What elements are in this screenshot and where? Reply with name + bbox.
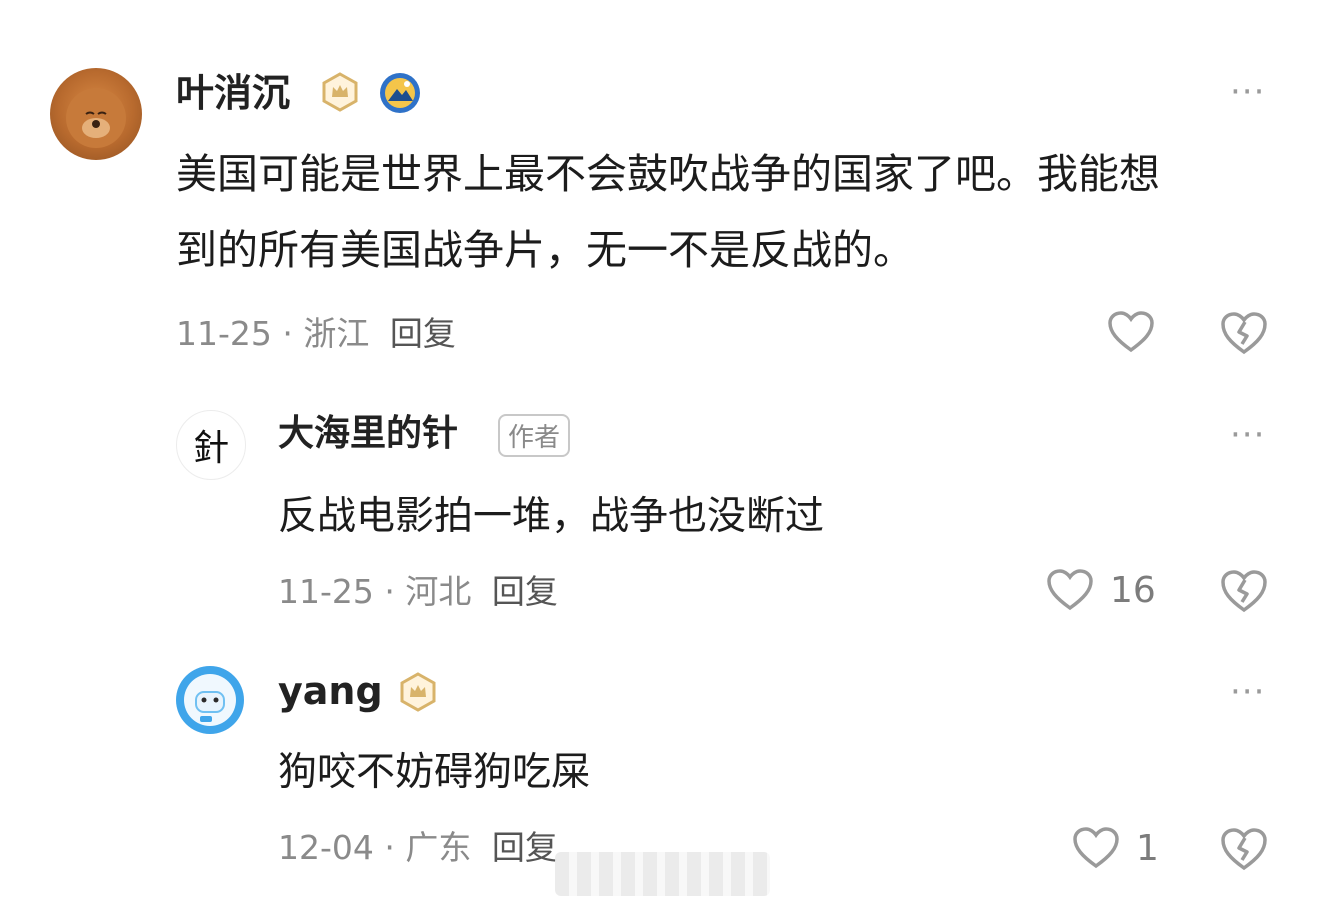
dislike-button[interactable] bbox=[1220, 310, 1268, 360]
crown-badge-icon bbox=[322, 72, 358, 112]
username[interactable]: yang bbox=[278, 666, 383, 716]
reply-button[interactable]: 回复 bbox=[390, 314, 456, 353]
like-button[interactable]: 1 bbox=[1072, 826, 1159, 870]
location: 河北 bbox=[405, 572, 472, 611]
comment-meta: 11-25 · 浙江 回复 bbox=[176, 312, 456, 356]
like-count: 1 bbox=[1136, 827, 1159, 869]
cartoon-avatar-icon bbox=[184, 674, 236, 726]
broken-heart-icon bbox=[1221, 312, 1267, 355]
calligraphy-avatar: 針 bbox=[192, 428, 229, 469]
avatar[interactable]: 針 bbox=[176, 410, 246, 480]
dislike-button[interactable] bbox=[1220, 568, 1268, 618]
mountain-badge-icon bbox=[380, 73, 420, 113]
dislike-button[interactable] bbox=[1220, 826, 1268, 876]
broken-heart-icon bbox=[1221, 570, 1267, 613]
separator-dot: · bbox=[282, 314, 293, 353]
comment-text-line-1: 反战电影拍一堆，战争也没断过 bbox=[278, 494, 825, 539]
reply-button[interactable]: 回复 bbox=[492, 572, 558, 611]
heart-icon bbox=[1047, 569, 1093, 611]
more-options-icon[interactable]: ··· bbox=[1230, 418, 1265, 452]
reply-button[interactable]: 回复 bbox=[492, 828, 558, 867]
more-options-icon[interactable]: ··· bbox=[1230, 675, 1265, 709]
comment-meta: 11-25 · 河北 回复 bbox=[278, 570, 558, 614]
like-button[interactable]: 16 bbox=[1046, 568, 1156, 612]
location: 广东 bbox=[405, 828, 472, 867]
comment-text-line-1: 狗咬不妨碍狗吃屎 bbox=[278, 750, 591, 795]
comment-2: 針 大海里的针 作者 ··· 反战电影拍一堆，战争也没断过 11-25 · 河北… bbox=[0, 380, 1320, 640]
like-count: 16 bbox=[1110, 569, 1156, 611]
separator-dot: · bbox=[384, 572, 395, 611]
comment-meta: 12-04 · 广东 回复 bbox=[278, 826, 558, 870]
separator-dot: · bbox=[384, 828, 395, 867]
avatar[interactable] bbox=[50, 68, 142, 160]
location: 浙江 bbox=[303, 314, 370, 353]
avatar[interactable] bbox=[176, 666, 244, 734]
heart-icon bbox=[1073, 827, 1119, 869]
heart-icon bbox=[1108, 311, 1154, 353]
broken-heart-icon bbox=[1221, 828, 1267, 871]
crown-badge-icon bbox=[400, 672, 436, 712]
dog-avatar-icon bbox=[66, 88, 126, 148]
username[interactable]: 大海里的针 bbox=[278, 410, 458, 458]
comment-text-line-2: 到的所有美国战争片，无一不是反战的。 bbox=[176, 226, 914, 274]
timestamp: 11-25 bbox=[176, 314, 272, 353]
more-options-icon[interactable]: ··· bbox=[1230, 75, 1265, 109]
timestamp: 11-25 bbox=[278, 572, 374, 611]
comment-1: 叶消沉 ··· 美国可能是世界上最不会鼓吹战争的国家了吧。我能想 到的所有美国战… bbox=[0, 0, 1320, 380]
like-button[interactable] bbox=[1107, 310, 1155, 354]
author-tag: 作者 bbox=[498, 414, 571, 457]
watermark-overlay bbox=[555, 852, 770, 896]
username[interactable]: 叶消沉 bbox=[176, 68, 290, 118]
comment-text-line-1: 美国可能是世界上最不会鼓吹战争的国家了吧。我能想 bbox=[176, 150, 1160, 198]
timestamp: 12-04 bbox=[278, 828, 374, 867]
